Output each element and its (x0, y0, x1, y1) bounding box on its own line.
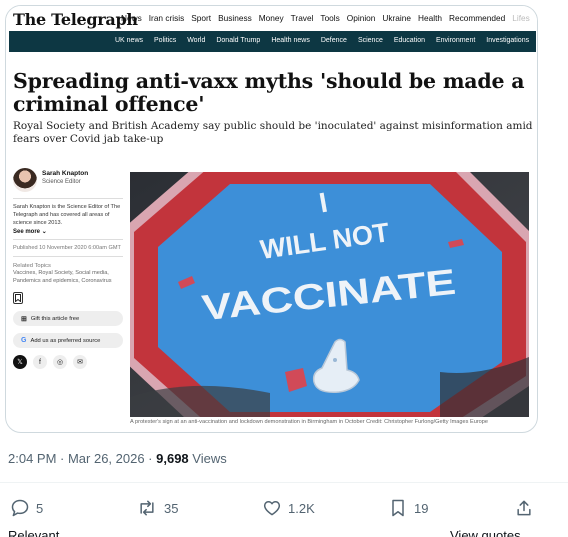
like-icon (263, 501, 281, 516)
author-name[interactable]: Sarah Knapton (42, 170, 88, 177)
subnav-item-science[interactable]: Science (358, 37, 383, 44)
nav-item-lifestyle[interactable]: Lifes (512, 13, 530, 23)
subnav-item-donald-trump[interactable]: Donald Trump (216, 37, 260, 44)
views-count: 9,698 (156, 451, 189, 466)
email-icon[interactable]: ✉ (73, 355, 87, 369)
photo-caption: A protester's sign at an anti-vaccinatio… (130, 419, 530, 426)
divider (13, 198, 123, 199)
photo-caption-text: A protester's sign at an anti-vaccinatio… (130, 419, 365, 425)
author-byline[interactable]: Sarah Knapton Science Editor (13, 166, 123, 194)
nav-item-money[interactable]: Money (259, 13, 284, 23)
tweet-timestamp: 2:04 PM · Mar 26, 2026 · 9,698 Views (8, 451, 227, 466)
article-screenshot[interactable]: The Telegraph News Iran crisis Sport Bus… (5, 5, 538, 433)
see-more-label: See more (13, 229, 41, 235)
divider (0, 482, 568, 483)
subnav-item-politics[interactable]: Politics (154, 37, 176, 44)
preferred-source-button[interactable]: G Add us as preferred source (13, 333, 123, 348)
sub-nav: UK news Politics World Donald Trump Heal… (9, 31, 536, 52)
gift-icon: ⊞ (21, 315, 27, 323)
repost-count: 35 (164, 500, 179, 516)
chevron-down-icon: ⌄ (41, 229, 47, 235)
nav-item-health[interactable]: Health (418, 13, 442, 23)
bookmark-icon[interactable] (13, 292, 23, 304)
upload-icon (517, 500, 531, 516)
author-role: Science Editor (42, 179, 81, 185)
article-photo: I WILL NOT VACCINATE (130, 172, 529, 417)
subnav-item-investigations[interactable]: Investigations (486, 37, 529, 44)
author-bio: Sarah Knapton is the Science Editor of T… (13, 204, 121, 226)
reply-count: 5 (36, 500, 44, 516)
nav-item-tools[interactable]: Tools (320, 13, 339, 23)
x-icon[interactable]: 𝕏 (13, 355, 27, 369)
like-button[interactable]: 1.2K (262, 498, 315, 518)
reply-icon (11, 499, 29, 517)
views-label: Views (188, 451, 227, 466)
share-buttons: 𝕏 f ◎ ✉ (13, 355, 123, 369)
repost-button[interactable]: 35 (136, 498, 178, 518)
article-headline: Spreading anti-vaxx myths 'should be mad… (13, 69, 525, 116)
subnav-item-education[interactable]: Education (394, 37, 425, 44)
google-icon: G (21, 337, 27, 344)
gift-article-button[interactable]: ⊞ Gift this article free (13, 311, 123, 326)
article-standfirst: Royal Society and British Academy say pu… (13, 120, 533, 145)
bookmark-count: 19 (414, 500, 429, 516)
gift-article-label: Gift this article free (30, 315, 80, 322)
repost-icon (140, 500, 154, 516)
bookmark-icon (392, 499, 404, 517)
sort-replies-dropdown[interactable]: Relevant (8, 528, 59, 537)
nav-item-opinion[interactable]: Opinion (347, 13, 376, 23)
view-quotes-link[interactable]: View quotes (450, 528, 521, 537)
telegraph-logo: The Telegraph (13, 10, 138, 29)
avatar (13, 168, 37, 192)
related-topics-list[interactable]: Vaccines, Royal Society, Social media, P… (13, 269, 125, 285)
reply-button[interactable]: 5 (10, 498, 43, 518)
nav-item-iran-crisis[interactable]: Iran crisis (149, 13, 185, 23)
nav-item-sport[interactable]: Sport (191, 13, 211, 23)
nav-item-travel[interactable]: Travel (291, 13, 314, 23)
whatsapp-icon[interactable]: ◎ (53, 355, 67, 369)
preferred-source-label: Add us as preferred source (30, 337, 101, 344)
nav-item-ukraine[interactable]: Ukraine (382, 13, 411, 23)
subnav-item-environment[interactable]: Environment (436, 37, 475, 44)
subnav-item-world[interactable]: World (187, 37, 205, 44)
published-date: Published 10 November 2020 6:00am GMT (13, 245, 121, 251)
share-button[interactable] (514, 498, 534, 518)
divider (13, 239, 123, 240)
subnav-item-defence[interactable]: Defence (321, 37, 347, 44)
bookmark-button[interactable]: 19 (388, 498, 428, 518)
tweet-actions: 5 35 1.2K 19 (0, 498, 568, 520)
nav-item-recommended[interactable]: Recommended (449, 13, 505, 23)
subnav-item-health-news[interactable]: Health news (271, 37, 310, 44)
like-count: 1.2K (288, 500, 315, 516)
top-nav: The Telegraph News Iran crisis Sport Bus… (6, 6, 537, 31)
nav-item-business[interactable]: Business (218, 13, 252, 23)
subnav-item-uk-news[interactable]: UK news (115, 37, 143, 44)
divider (13, 256, 123, 257)
see-more-link[interactable]: See more ⌄ (13, 228, 123, 235)
article-sidebar: Sarah Knapton Science Editor Sarah Knapt… (13, 166, 123, 369)
facebook-icon[interactable]: f (33, 355, 47, 369)
nav-item-news[interactable]: News (121, 13, 142, 23)
top-nav-links: News Iran crisis Sport Business Money Tr… (121, 13, 530, 23)
tweet-time-text[interactable]: 2:04 PM · Mar 26, 2026 · (8, 451, 156, 466)
photo-credit: Credit: Christopher Furlong/Getty Images… (366, 419, 489, 425)
